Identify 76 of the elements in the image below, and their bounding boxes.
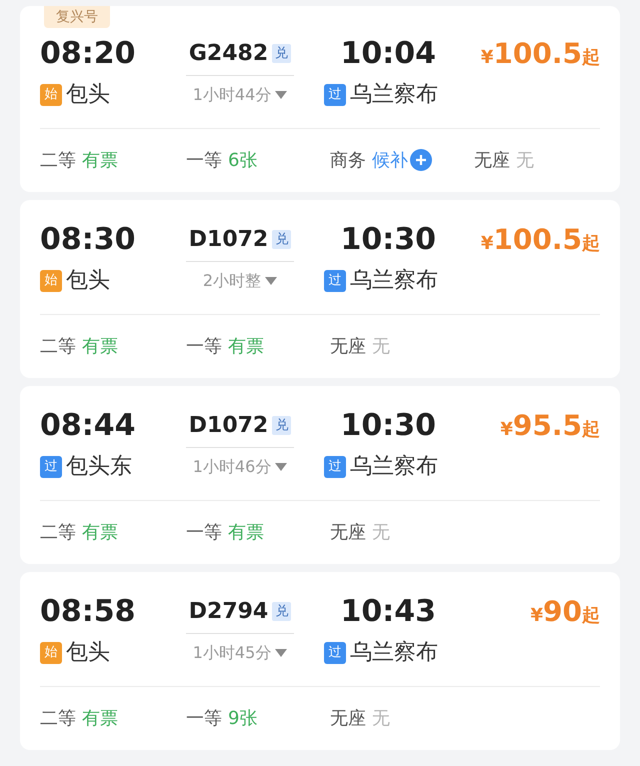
seat-class: 二等 [40, 148, 76, 172]
exchange-badge: 兑 [272, 602, 292, 622]
caret-icon[interactable] [275, 91, 288, 99]
arrival-time: 10:30 [340, 407, 437, 445]
station-name: 乌兰察布 [350, 456, 438, 478]
caret-icon[interactable] [275, 463, 288, 471]
seat-class: 无座 [330, 706, 366, 730]
seat-status: 有票 [228, 520, 264, 544]
arrival-time: 10:43 [340, 593, 437, 631]
station-badge: 过 [40, 456, 62, 478]
seat-status: 无 [516, 148, 534, 172]
seat-status: 9张 [228, 706, 258, 730]
seat-status: 有票 [82, 706, 118, 730]
train-card[interactable]: 08:58 D2794 兑 10:43 ¥90起 始 包头 1小时45分 过 乌兰察布 二等 有票 一等 9张 无座 无 [20, 572, 620, 750]
train-card[interactable]: 08:44 D1072 兑 10:30 ¥95.5起 过 包头东 1小时46分 过 乌兰察布 二等 有票 一等 有票 无座 无 [20, 386, 620, 564]
caret-icon[interactable] [265, 277, 278, 285]
seat-class: 一等 [186, 520, 222, 544]
train-tag: 复兴号 [44, 6, 110, 28]
duration-text: 1小时44分 [192, 84, 272, 106]
duration-text: 2小时整 [202, 270, 262, 292]
seat-status: 无 [372, 520, 390, 544]
train-number: D1072 [188, 412, 268, 440]
duration-text: 1小时45分 [192, 642, 272, 664]
seat-class: 商务 [330, 148, 366, 172]
seat-class: 一等 [186, 706, 222, 730]
station-name: 乌兰察布 [350, 270, 438, 292]
departure-time: 08:44 [40, 407, 136, 445]
price: ¥100.5起 [480, 222, 600, 258]
seat-status: 候补 [372, 148, 408, 172]
plus-icon[interactable] [410, 149, 432, 171]
station-badge: 过 [324, 84, 346, 106]
station-name: 包头 [66, 642, 110, 664]
station-name: 乌兰察布 [350, 642, 438, 664]
train-number: D1072 [188, 226, 268, 254]
seat-class: 无座 [474, 148, 510, 172]
seat-class: 二等 [40, 706, 76, 730]
caret-icon[interactable] [275, 649, 288, 657]
station-badge: 始 [40, 270, 62, 292]
exchange-badge: 兑 [272, 230, 292, 250]
station-name: 包头 [66, 270, 110, 292]
exchange-badge: 兑 [272, 44, 292, 64]
price: ¥90起 [530, 594, 600, 630]
seat-class: 二等 [40, 334, 76, 358]
station-badge: 过 [324, 456, 346, 478]
seat-class: 一等 [186, 334, 222, 358]
seat-class: 无座 [330, 520, 366, 544]
departure-time: 08:58 [40, 593, 136, 631]
price: ¥95.5起 [499, 408, 600, 444]
seat-class: 二等 [40, 520, 76, 544]
arrival-time: 10:04 [340, 35, 437, 73]
seat-status: 无 [372, 334, 390, 358]
station-badge: 过 [324, 642, 346, 664]
duration-text: 1小时46分 [192, 456, 272, 478]
station-name: 包头东 [66, 456, 132, 478]
seat-status: 有票 [82, 148, 118, 172]
exchange-badge: 兑 [272, 416, 292, 436]
departure-time: 08:20 [40, 35, 136, 73]
departure-time: 08:30 [40, 221, 136, 259]
seat-class: 一等 [186, 148, 222, 172]
seat-status: 有票 [82, 334, 118, 358]
seat-status: 有票 [82, 520, 118, 544]
seat-status: 6张 [228, 148, 258, 172]
seat-class: 无座 [330, 334, 366, 358]
train-card[interactable]: 08:30 D1072 兑 10:30 ¥100.5起 始 包头 2小时整 过 乌兰察布 二等 有票 一等 有票 无座 无 [20, 200, 620, 378]
station-name: 包头 [66, 84, 110, 106]
price: ¥100.5起 [480, 36, 600, 72]
seat-status: 无 [372, 706, 390, 730]
train-number: G2482 [188, 40, 268, 68]
station-badge: 始 [40, 642, 62, 664]
station-badge: 过 [324, 270, 346, 292]
train-number: D2794 [188, 598, 268, 626]
seat-status: 有票 [228, 334, 264, 358]
station-name: 乌兰察布 [350, 84, 438, 106]
train-card[interactable]: 复兴号 08:20 G2482 兑 10:04 ¥100.5起 始 包头 1小时44分 过 乌兰察布 二等 有票 一等 6张 商务 候补 无座 无 [20, 6, 620, 192]
station-badge: 始 [40, 84, 62, 106]
arrival-time: 10:30 [340, 221, 437, 259]
